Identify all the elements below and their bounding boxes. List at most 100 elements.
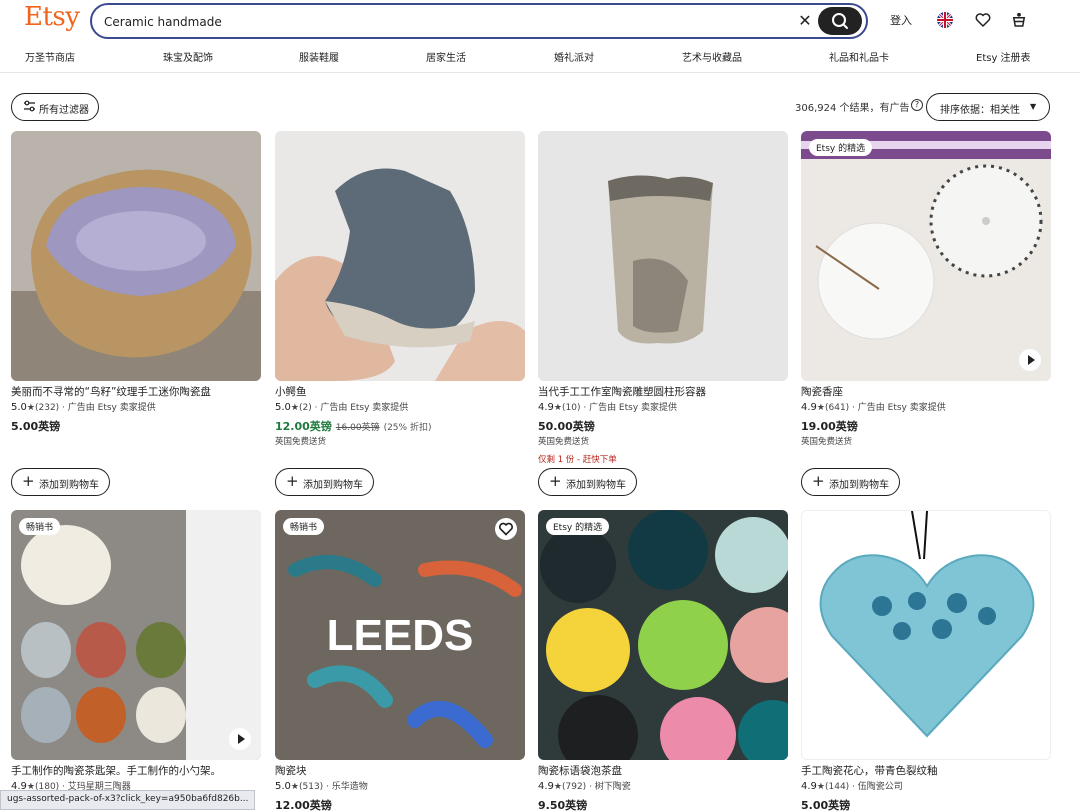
filter-icon	[24, 100, 35, 115]
sort-dropdown[interactable]: 排序依据：相关性 ▼	[926, 93, 1050, 121]
listing-card[interactable]: Etsy 的精选 陶瓷标语袋泡茶盘 4.9★(792) · 树下陶瓷 9.50英…	[538, 510, 788, 812]
header: Etsy ✕ 登入	[0, 0, 1080, 44]
listing-title[interactable]: 手工制作的陶瓷茶匙架。手工制作的小勺架。	[11, 763, 261, 778]
plus-icon: +	[286, 472, 299, 490]
nav-item-clothing[interactable]: 服装鞋履	[299, 49, 339, 64]
review-count: (513)	[298, 782, 324, 792]
search-bar: ✕	[90, 3, 868, 39]
search-input[interactable]	[104, 12, 784, 32]
listing-card[interactable]: Etsy 的精选 陶瓷香座 4.9★(641) · 广告由 Etsy 卖家提供 …	[801, 131, 1051, 501]
listing-card[interactable]: 当代手工工作室陶瓷雕塑圆柱形容器 4.9★(10) · 广告由 Etsy 卖家提…	[538, 131, 788, 501]
nav-item-jewelry[interactable]: 珠宝及配饰	[163, 49, 213, 64]
listing-meta: 4.9★(10) · 广告由 Etsy 卖家提供	[538, 402, 678, 413]
add-to-cart-button[interactable]: + 添加到购物车	[11, 468, 110, 496]
seller-label: 乐华造物	[331, 782, 368, 792]
product-image[interactable]: LEEDS 畅销书	[275, 510, 525, 760]
listing-title[interactable]: 陶瓷标语袋泡茶盘	[538, 763, 788, 778]
listing-meta: 5.0★(232) · 广告由 Etsy 卖家提供	[11, 402, 156, 413]
sort-label: 排序依据：相关性	[940, 105, 1020, 116]
listing-title[interactable]: 美丽而不寻常的“鸟籽”纹理手工迷你陶瓷盘	[11, 384, 261, 399]
seller-label: 伍陶瓷公司	[857, 782, 903, 792]
product-image[interactable]: Etsy 的精选	[801, 131, 1051, 381]
add-to-cart-label: 添加到购物车	[566, 480, 626, 491]
listing-meta: 4.9★(641) · 广告由 Etsy 卖家提供	[801, 402, 946, 413]
listing-title[interactable]: 手工陶瓷花心，带青色裂纹釉	[801, 763, 1051, 778]
leeds-image-text: LEEDS	[327, 611, 474, 660]
star-icon: ★	[290, 782, 299, 792]
product-image[interactable]: 畅销书	[11, 510, 261, 760]
uk-flag-icon[interactable]	[937, 12, 953, 28]
add-to-cart-label: 添加到购物车	[39, 480, 99, 491]
review-count: (144)	[824, 782, 850, 792]
review-count: (792)	[561, 782, 587, 792]
nav-item-home[interactable]: 居家生活	[426, 49, 466, 64]
listing-meta: 4.9★(792) · 树下陶瓷	[538, 781, 631, 792]
rating-value: 4.9	[801, 402, 817, 413]
clear-search-icon[interactable]: ✕	[794, 10, 816, 32]
review-count: (641)	[824, 403, 850, 413]
product-image[interactable]	[538, 131, 788, 381]
favorite-heart-icon[interactable]	[495, 518, 517, 540]
all-filters-button[interactable]: 所有过滤器	[11, 93, 99, 121]
results-count: 306,924 个结果，有广告	[795, 103, 910, 114]
listing-card[interactable]: 畅销书 手工制作的陶瓷茶匙架。手工制作的小勺架。 4.9★(180) · 艾玛星…	[11, 510, 261, 810]
listing-title[interactable]: 陶瓷块	[275, 763, 525, 778]
review-count: (232)	[34, 403, 60, 413]
price: 9.50英镑	[538, 799, 588, 812]
free-shipping-label: 英国免费送货	[538, 437, 590, 447]
favorites-heart-icon[interactable]	[974, 11, 992, 32]
star-icon: ★	[816, 403, 825, 413]
add-to-cart-button[interactable]: + 添加到购物车	[538, 468, 637, 496]
star-icon: ★	[26, 403, 35, 413]
listing-card[interactable]: 美丽而不寻常的“鸟籽”纹理手工迷你陶瓷盘 5.0★(232) · 广告由 Ets…	[11, 131, 261, 501]
sale-price: 12.00英镑	[275, 420, 332, 433]
product-image[interactable]: Etsy 的精选	[538, 510, 788, 760]
product-image[interactable]	[801, 510, 1051, 760]
scarcity-notice: 仅剩 1 份 - 赶快下单	[538, 455, 617, 465]
listing-card[interactable]: 小鳄鱼 5.0★(2) · 广告由 Etsy 卖家提供 12.00英镑 16.00…	[275, 131, 525, 501]
price: 12.00英镑 16.00英镑 (25% 折扣)	[275, 418, 431, 434]
price: 50.00英镑	[538, 420, 595, 433]
rating-value: 4.9	[538, 781, 554, 792]
plus-icon: +	[22, 472, 35, 490]
nav-item-gifts[interactable]: 礼品和礼品卡	[829, 49, 889, 64]
nav-item-halloween[interactable]: 万圣节商店	[25, 49, 75, 64]
rating-value: 5.0	[275, 402, 291, 413]
listing-title[interactable]: 当代手工工作室陶瓷雕塑圆柱形容器	[538, 384, 788, 399]
nav-item-registry[interactable]: Etsy 注册表	[976, 49, 1031, 64]
seller-label: 广告由 Etsy 卖家提供	[857, 403, 946, 413]
etsy-pick-badge: Etsy 的精选	[809, 139, 873, 156]
rating-value: 4.9	[538, 402, 554, 413]
price: 5.00英镑	[801, 799, 851, 812]
listing-meta: 4.9★(144) · 伍陶瓷公司	[801, 781, 903, 792]
help-question-icon[interactable]: ?	[911, 99, 923, 111]
search-button[interactable]	[818, 7, 862, 35]
bestseller-badge: 畅销书	[283, 518, 325, 535]
review-count: (2)	[298, 403, 312, 413]
star-icon: ★	[290, 403, 299, 413]
review-count: (10)	[561, 403, 581, 413]
product-image[interactable]	[275, 131, 525, 381]
add-to-cart-button[interactable]: + 添加到购物车	[801, 468, 900, 496]
listing-meta: 5.0★(513) · 乐华造物	[275, 781, 368, 792]
product-image[interactable]	[11, 131, 261, 381]
chevron-down-icon: ▼	[1030, 102, 1037, 111]
listing-card[interactable]: 手工陶瓷花心，带青色裂纹釉 4.9★(144) · 伍陶瓷公司 5.00英镑	[801, 510, 1051, 812]
nav-item-wedding[interactable]: 婚礼派对	[554, 49, 594, 64]
nav-item-art[interactable]: 艺术与收藏品	[682, 49, 742, 64]
seller-label: 树下陶瓷	[594, 782, 631, 792]
listing-title[interactable]: 陶瓷香座	[801, 384, 1051, 399]
free-shipping-label: 英国免费送货	[801, 437, 853, 447]
listing-title[interactable]: 小鳄鱼	[275, 384, 525, 399]
add-to-cart-label: 添加到购物车	[303, 480, 363, 491]
listing-card[interactable]: LEEDS 畅销书 陶瓷块 5.0★(513) · 乐华造物 12.00英镑	[275, 510, 525, 812]
etsy-logo[interactable]: Etsy	[24, 2, 80, 32]
signin-link[interactable]: 登入	[890, 12, 912, 28]
play-video-icon[interactable]	[229, 728, 251, 750]
add-to-cart-button[interactable]: + 添加到购物车	[275, 468, 374, 496]
free-shipping-label: 英国免费送货	[275, 437, 327, 447]
plus-icon: +	[549, 472, 562, 490]
cart-icon[interactable]	[1010, 11, 1028, 32]
rating-value: 5.0	[11, 402, 27, 413]
play-video-icon[interactable]	[1019, 349, 1041, 371]
